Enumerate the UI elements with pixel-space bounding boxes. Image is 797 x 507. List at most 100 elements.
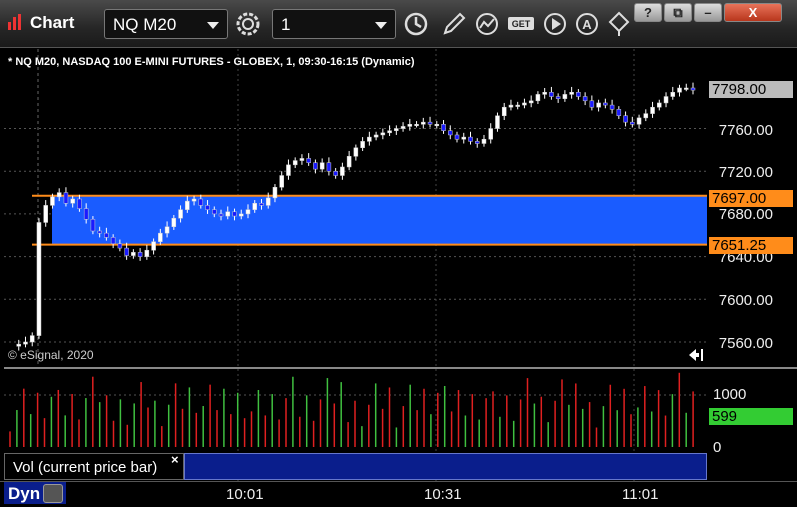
candle-up <box>360 141 365 149</box>
candle-down <box>603 102 608 106</box>
candle-down <box>468 136 473 142</box>
candle-down <box>218 213 224 217</box>
candle-up <box>522 102 527 106</box>
volume-study-label[interactable]: Vol (current price bar) <box>4 453 184 480</box>
candle-down <box>212 209 217 215</box>
candle-up <box>252 203 257 210</box>
copyright-text: © eSignal, 2020 <box>8 348 94 362</box>
candle-down <box>104 232 109 238</box>
candle-down <box>90 219 96 232</box>
title-bar: Chart NQ M20 1 GET A ? ⧉ – X <box>0 0 797 48</box>
candle-down <box>124 247 129 256</box>
clock-button[interactable] <box>401 9 431 39</box>
study-button[interactable] <box>472 9 502 39</box>
svg-text:GET: GET <box>512 19 531 29</box>
candle-down <box>549 92 554 97</box>
candle-up <box>191 198 197 202</box>
price-label-7760: 7760.00 <box>718 122 773 139</box>
candle-up <box>43 205 48 223</box>
price-label-7720: 7720.00 <box>718 164 773 181</box>
candle-down <box>448 130 453 136</box>
candle-up <box>245 209 251 215</box>
candle-down <box>576 92 581 97</box>
candle-up <box>407 124 413 127</box>
candle-down <box>609 104 615 110</box>
minimize-button[interactable]: – <box>694 3 722 22</box>
close-button[interactable]: X <box>724 3 782 22</box>
candle-down <box>77 198 82 209</box>
candle-up <box>495 115 500 129</box>
get-button[interactable]: GET <box>506 9 536 39</box>
restore-button[interactable]: ⧉ <box>664 3 692 22</box>
candle-up <box>569 92 574 95</box>
candle-up <box>461 136 467 140</box>
time-label-1031: 10:31 <box>424 486 462 503</box>
candle-up <box>394 128 399 131</box>
candle-down <box>259 203 264 206</box>
symbol-combo[interactable]: NQ M20 <box>104 9 228 39</box>
candle-up <box>380 132 386 136</box>
candle-up <box>542 92 547 95</box>
scroll-to-end-icon[interactable] <box>688 348 704 362</box>
candle-up <box>171 217 177 227</box>
candlestick-chart <box>4 49 707 367</box>
candle-up <box>56 192 62 198</box>
candle-down <box>454 134 460 140</box>
candle-up <box>515 104 520 107</box>
candle-up <box>670 92 676 97</box>
candle-up <box>636 117 642 125</box>
candle-up <box>353 147 359 157</box>
candle-up <box>292 160 298 166</box>
close-icon[interactable]: × <box>171 452 179 467</box>
candle-up <box>650 106 655 114</box>
candle-up <box>596 102 601 108</box>
candle-up <box>643 113 649 119</box>
candle-down <box>110 237 116 245</box>
alert-icon: A <box>576 13 598 35</box>
candle-up <box>535 94 541 102</box>
candle-up <box>265 197 271 206</box>
candle-down <box>232 211 237 217</box>
candle-up <box>50 196 55 206</box>
time-axis[interactable] <box>0 481 797 507</box>
gear-button[interactable] <box>233 9 263 39</box>
window-title: Chart <box>30 13 75 32</box>
chevron-down-icon <box>375 22 387 29</box>
candle-up <box>434 124 440 127</box>
candle-down <box>474 141 480 144</box>
candle-up <box>286 164 291 176</box>
candle-up <box>373 134 379 138</box>
volume-label-strip <box>184 453 707 480</box>
price-label-7680: 7680.00 <box>718 206 773 223</box>
zone-bottom-tag: 7651.25 <box>709 237 793 254</box>
candle-up <box>488 128 493 140</box>
candle-up <box>151 241 156 251</box>
price-chart[interactable] <box>4 49 707 367</box>
candle-down <box>198 198 204 206</box>
symbol-value: NQ M20 <box>113 15 177 34</box>
time-label-1001: 10:01 <box>226 486 264 503</box>
candle-up <box>319 162 325 170</box>
lock-icon[interactable] <box>43 484 63 503</box>
draw-button[interactable] <box>439 9 469 39</box>
help-button[interactable]: ? <box>634 3 662 22</box>
alert-button[interactable]: A <box>572 9 602 39</box>
volume-axis[interactable]: 1000 0 <box>707 369 797 481</box>
candle-up <box>185 200 190 210</box>
interval-combo[interactable]: 1 <box>272 9 396 39</box>
move-button[interactable] <box>604 9 634 39</box>
chart-app-icon <box>8 14 21 30</box>
price-label-7560: 7560.00 <box>718 335 773 352</box>
candle-up <box>131 252 136 256</box>
chevron-down-icon <box>207 22 219 29</box>
interval-value: 1 <box>281 15 291 34</box>
candle-down <box>589 100 595 108</box>
candle-up <box>164 226 170 234</box>
play-button[interactable] <box>540 9 570 39</box>
candle-up <box>70 198 75 204</box>
candle-up <box>400 126 406 129</box>
candle-up <box>299 158 305 161</box>
candle-up <box>225 211 231 217</box>
volume-current-tag: 599 <box>709 408 793 425</box>
time-label-1101: 11:01 <box>622 486 659 503</box>
